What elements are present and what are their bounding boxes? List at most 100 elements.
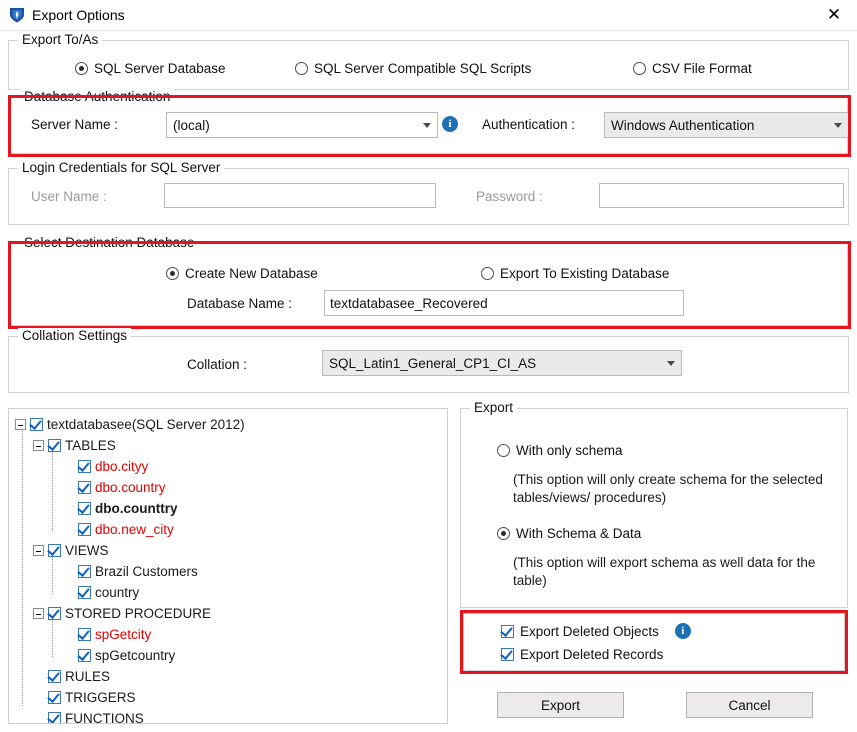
database-name-field[interactable] — [324, 290, 684, 316]
checkbox-export-deleted-objects[interactable]: Export Deleted Objects i — [501, 623, 691, 639]
checkbox[interactable] — [48, 691, 61, 704]
export-panel-legend: Export — [470, 400, 517, 415]
deleted-options-panel: Export Deleted Objects i Export Deleted … — [463, 613, 845, 671]
tree-node-label: VIEWS — [65, 544, 109, 558]
radio-indicator — [75, 62, 88, 75]
checkbox[interactable] — [78, 586, 91, 599]
checkbox[interactable] — [501, 648, 514, 661]
checkbox[interactable] — [78, 460, 91, 473]
checkbox[interactable] — [48, 607, 61, 620]
collapse-icon[interactable] — [33, 608, 44, 619]
object-tree-panel[interactable]: textdatabasee(SQL Server 2012) TABLES dbo… — [8, 408, 448, 724]
authentication-combo[interactable]: Windows Authentication — [604, 112, 849, 138]
tree-node-label: STORED PROCEDURE — [65, 607, 211, 621]
checkbox[interactable] — [48, 670, 61, 683]
radio-indicator — [481, 267, 494, 280]
radio-export-to-existing-database[interactable]: Export To Existing Database — [481, 266, 669, 281]
destination-database-group: Select Destination Database Create New D… — [10, 243, 848, 326]
tree-connector — [52, 447, 53, 531]
server-name-combo[interactable]: (local) — [166, 112, 438, 138]
radio-label: Export To Existing Database — [500, 266, 669, 281]
collation-label: Collation : — [187, 357, 247, 372]
tree-node[interactable]: Brazil Customers — [9, 561, 447, 582]
tree-connector — [52, 615, 53, 657]
collapse-icon[interactable] — [33, 545, 44, 556]
chevron-down-icon[interactable] — [661, 351, 681, 375]
tree-node[interactable]: TABLES — [9, 435, 447, 456]
tree-node[interactable]: spGetcity — [9, 624, 447, 645]
shield-icon — [8, 6, 26, 24]
cancel-button[interactable]: Cancel — [686, 692, 813, 718]
radio-with-only-schema[interactable]: With only schema — [497, 443, 623, 458]
login-credentials-group: Login Credentials for SQL Server User Na… — [8, 168, 849, 225]
checkbox[interactable] — [501, 625, 514, 638]
tree-node-label: country — [95, 586, 139, 600]
tree-node[interactable]: TRIGGERS — [9, 687, 447, 708]
checkbox[interactable] — [30, 418, 43, 431]
radio-indicator — [497, 444, 510, 457]
radio-label: With Schema & Data — [516, 526, 641, 541]
collation-legend: Collation Settings — [18, 328, 131, 343]
chevron-down-icon[interactable] — [417, 113, 437, 137]
close-icon[interactable]: ✕ — [811, 0, 857, 30]
server-name-label: Server Name : — [31, 117, 118, 132]
collation-value: SQL_Latin1_General_CP1_CI_AS — [329, 356, 536, 371]
checkbox[interactable] — [78, 628, 91, 641]
tree-node[interactable]: FUNCTIONS — [9, 708, 447, 724]
tree-node-label: RULES — [65, 670, 110, 684]
database-authentication-group: Database Authentication Server Name : (l… — [10, 97, 848, 154]
tree-node[interactable]: country — [9, 582, 447, 603]
chevron-down-icon[interactable] — [828, 113, 848, 137]
tree-node[interactable]: RULES — [9, 666, 447, 687]
radio-sql-server-database[interactable]: SQL Server Database — [75, 61, 226, 76]
tree-node[interactable]: VIEWS — [9, 540, 447, 561]
info-icon[interactable]: i — [442, 116, 458, 132]
tree-node[interactable]: dbo.new_city — [9, 519, 447, 540]
checkbox[interactable] — [78, 481, 91, 494]
collapse-icon[interactable] — [15, 419, 26, 430]
checkbox-label: Export Deleted Objects — [520, 624, 659, 639]
checkbox[interactable] — [78, 565, 91, 578]
radio-label: With only schema — [516, 443, 623, 458]
export-to-as-legend: Export To/As — [18, 32, 102, 47]
tree-connector — [52, 552, 53, 594]
info-icon[interactable]: i — [675, 623, 691, 639]
radio-indicator — [166, 267, 179, 280]
checkbox[interactable] — [78, 649, 91, 662]
checkbox-export-deleted-records[interactable]: Export Deleted Records — [501, 647, 663, 662]
tree-node[interactable]: spGetcountry — [9, 645, 447, 666]
password-label: Password : — [476, 189, 543, 204]
user-name-label: User Name : — [31, 189, 107, 204]
radio-indicator — [497, 527, 510, 540]
radio-sql-scripts[interactable]: SQL Server Compatible SQL Scripts — [295, 61, 531, 76]
checkbox-label: Export Deleted Records — [520, 647, 663, 662]
tree-node-label: dbo.cityy — [95, 460, 148, 474]
radio-label: Create New Database — [185, 266, 318, 281]
tree-node-root[interactable]: textdatabasee(SQL Server 2012) — [9, 414, 447, 435]
collation-combo[interactable]: SQL_Latin1_General_CP1_CI_AS — [322, 350, 682, 376]
password-field[interactable] — [599, 183, 844, 208]
radio-label: SQL Server Compatible SQL Scripts — [314, 61, 531, 76]
user-name-field[interactable] — [164, 183, 436, 208]
radio-create-new-database[interactable]: Create New Database — [166, 266, 318, 281]
export-button[interactable]: Export — [497, 692, 624, 718]
collation-settings-group: Collation Settings Collation : SQL_Latin… — [8, 336, 849, 393]
checkbox[interactable] — [78, 523, 91, 536]
tree-connector — [22, 426, 23, 706]
tree-node[interactable]: dbo.country — [9, 477, 447, 498]
checkbox[interactable] — [48, 439, 61, 452]
checkbox[interactable] — [48, 712, 61, 724]
schema-and-data-hint: (This option will export schema as well … — [513, 554, 833, 590]
radio-csv-file-format[interactable]: CSV File Format — [633, 61, 752, 76]
radio-with-schema-and-data[interactable]: With Schema & Data — [497, 526, 641, 541]
tree-node-label: dbo.country — [95, 481, 166, 495]
collapse-icon[interactable] — [33, 440, 44, 451]
tree-node-label: dbo.counttry — [95, 502, 178, 516]
checkbox[interactable] — [48, 544, 61, 557]
tree-node[interactable]: STORED PROCEDURE — [9, 603, 447, 624]
authentication-value: Windows Authentication — [611, 118, 754, 133]
tree-node[interactable]: dbo.cityy — [9, 456, 447, 477]
login-credentials-legend: Login Credentials for SQL Server — [18, 160, 224, 175]
checkbox[interactable] — [78, 502, 91, 515]
tree-node[interactable]: dbo.counttry — [9, 498, 447, 519]
